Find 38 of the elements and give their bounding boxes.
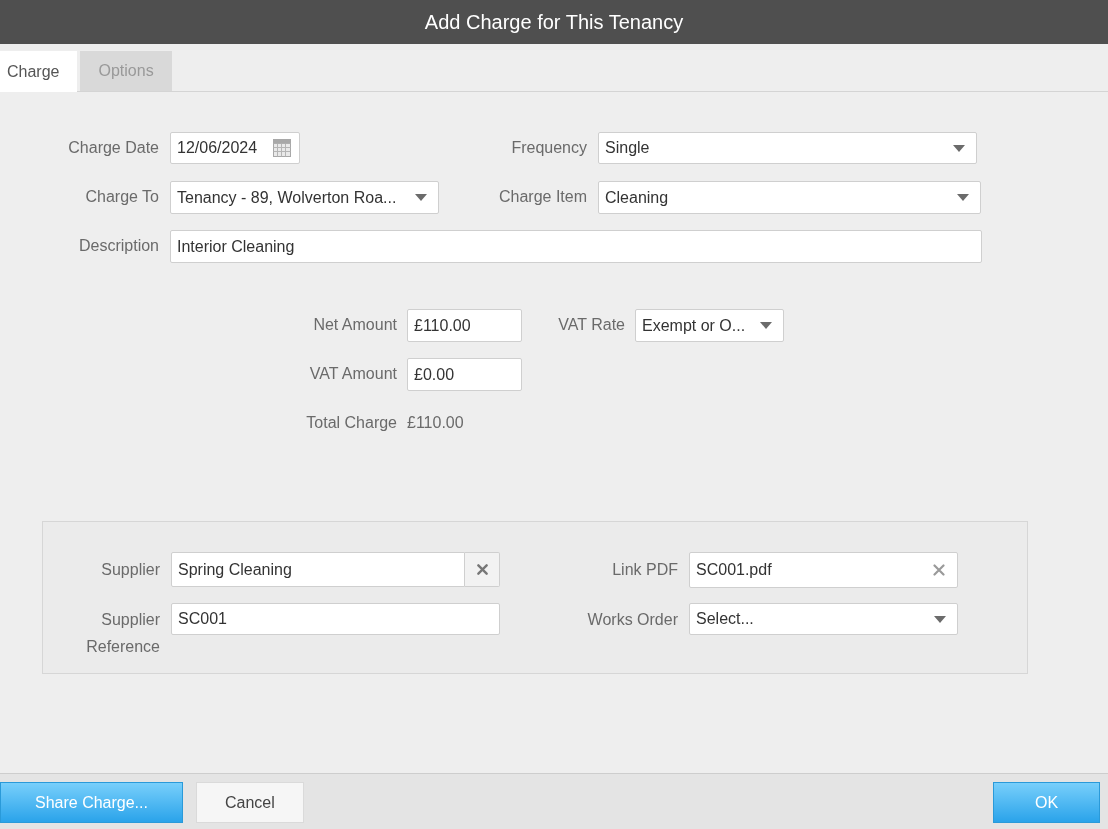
field-label: Supplier: [100, 560, 160, 580]
caret-icon: [957, 194, 969, 201]
text-field[interactable]: £110.00: [407, 309, 522, 342]
dropdown[interactable]: Cleaning: [598, 181, 981, 214]
text-field[interactable]: SC001: [171, 603, 500, 635]
field-label: Total Charge: [305, 413, 397, 433]
caret-icon: [760, 322, 772, 329]
field-label: Description: [77, 236, 159, 256]
field-label: Charge Item: [497, 187, 587, 207]
total-amount: £110.00: [407, 414, 465, 432]
field-label: Link PDF: [611, 560, 678, 580]
field-label: Supplier Reference: [85, 610, 160, 657]
text-field[interactable]: Spring Cleaning: [171, 552, 465, 587]
date-field[interactable]: 12/06/2024: [170, 132, 300, 164]
dropdown[interactable]: Single: [598, 132, 977, 164]
caret-icon: [934, 615, 946, 623]
field-label: Works Order: [586, 610, 678, 630]
dropdown[interactable]: Exempt or O...: [635, 309, 784, 342]
dropdown[interactable]: Tenancy - 89, Wolverton Roa...: [170, 181, 439, 214]
field-label: VAT Amount: [308, 364, 397, 384]
clear-button[interactable]: [465, 552, 500, 587]
text-field[interactable]: £0.00: [407, 358, 522, 391]
tab[interactable]: Charge: [0, 51, 78, 92]
field-label: Charge Date: [67, 138, 159, 158]
clear-icon: [933, 564, 945, 576]
file-field[interactable]: SC001.pdf: [689, 552, 958, 588]
clear-icon: [476, 564, 488, 575]
caret-icon: [415, 194, 427, 201]
caret-icon: [953, 144, 965, 152]
text-field[interactable]: Interior Cleaning: [170, 230, 982, 263]
field-label: Frequency: [510, 138, 587, 158]
calendar-icon: [273, 139, 291, 157]
dialog-title: Add Charge for This Tenancy: [424, 10, 684, 34]
secondary-button[interactable]: Cancel: [195, 782, 304, 823]
field-label: Charge To: [84, 187, 159, 207]
field-label: Net Amount: [312, 315, 397, 335]
dropdown[interactable]: Select...: [689, 603, 958, 635]
field-label: VAT Rate: [557, 315, 625, 335]
